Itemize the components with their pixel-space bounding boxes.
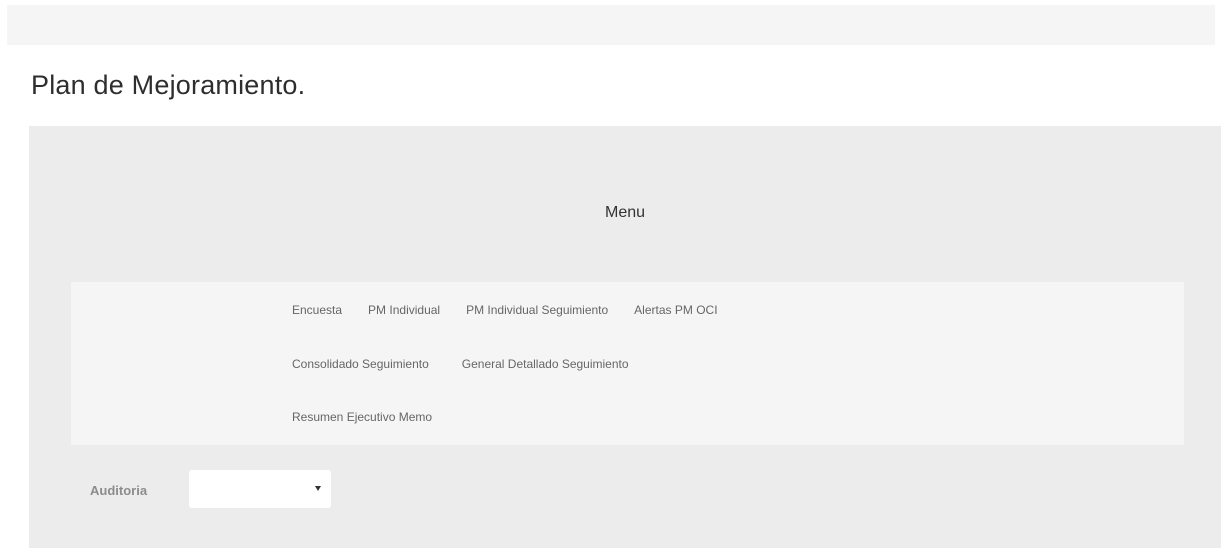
menu-link-pm-individual-seguimiento[interactable]: PM Individual Seguimiento <box>466 303 608 317</box>
menu-heading: Menu <box>604 204 646 221</box>
menu-row: Encuesta PM Individual PM Individual Seg… <box>292 303 718 317</box>
menu-link-alertas-pm-oci[interactable]: Alertas PM OCI <box>634 303 717 317</box>
menu-row: Resumen Ejecutivo Memo <box>292 410 432 424</box>
content-panel: Menu Encuesta PM Individual PM Individua… <box>29 126 1221 548</box>
chevron-down-icon <box>315 486 321 491</box>
menu-link-consolidado-seguimiento[interactable]: Consolidado Seguimiento <box>292 357 429 371</box>
menu-row: Consolidado Seguimiento General Detallad… <box>292 357 629 371</box>
menu-link-pm-individual[interactable]: PM Individual <box>368 303 440 317</box>
top-navbar <box>7 5 1215 45</box>
menu-link-encuesta[interactable]: Encuesta <box>292 303 342 317</box>
page-title: Plan de Mejoramiento. <box>31 70 306 100</box>
menu-link-resumen-ejecutivo-memo[interactable]: Resumen Ejecutivo Memo <box>292 410 432 424</box>
auditoria-label: Auditoria <box>90 483 148 498</box>
menu-links-box: Encuesta PM Individual PM Individual Seg… <box>71 282 1184 445</box>
menu-link-general-detallado-seguimiento[interactable]: General Detallado Seguimiento <box>462 357 629 371</box>
auditoria-select[interactable] <box>188 469 332 509</box>
